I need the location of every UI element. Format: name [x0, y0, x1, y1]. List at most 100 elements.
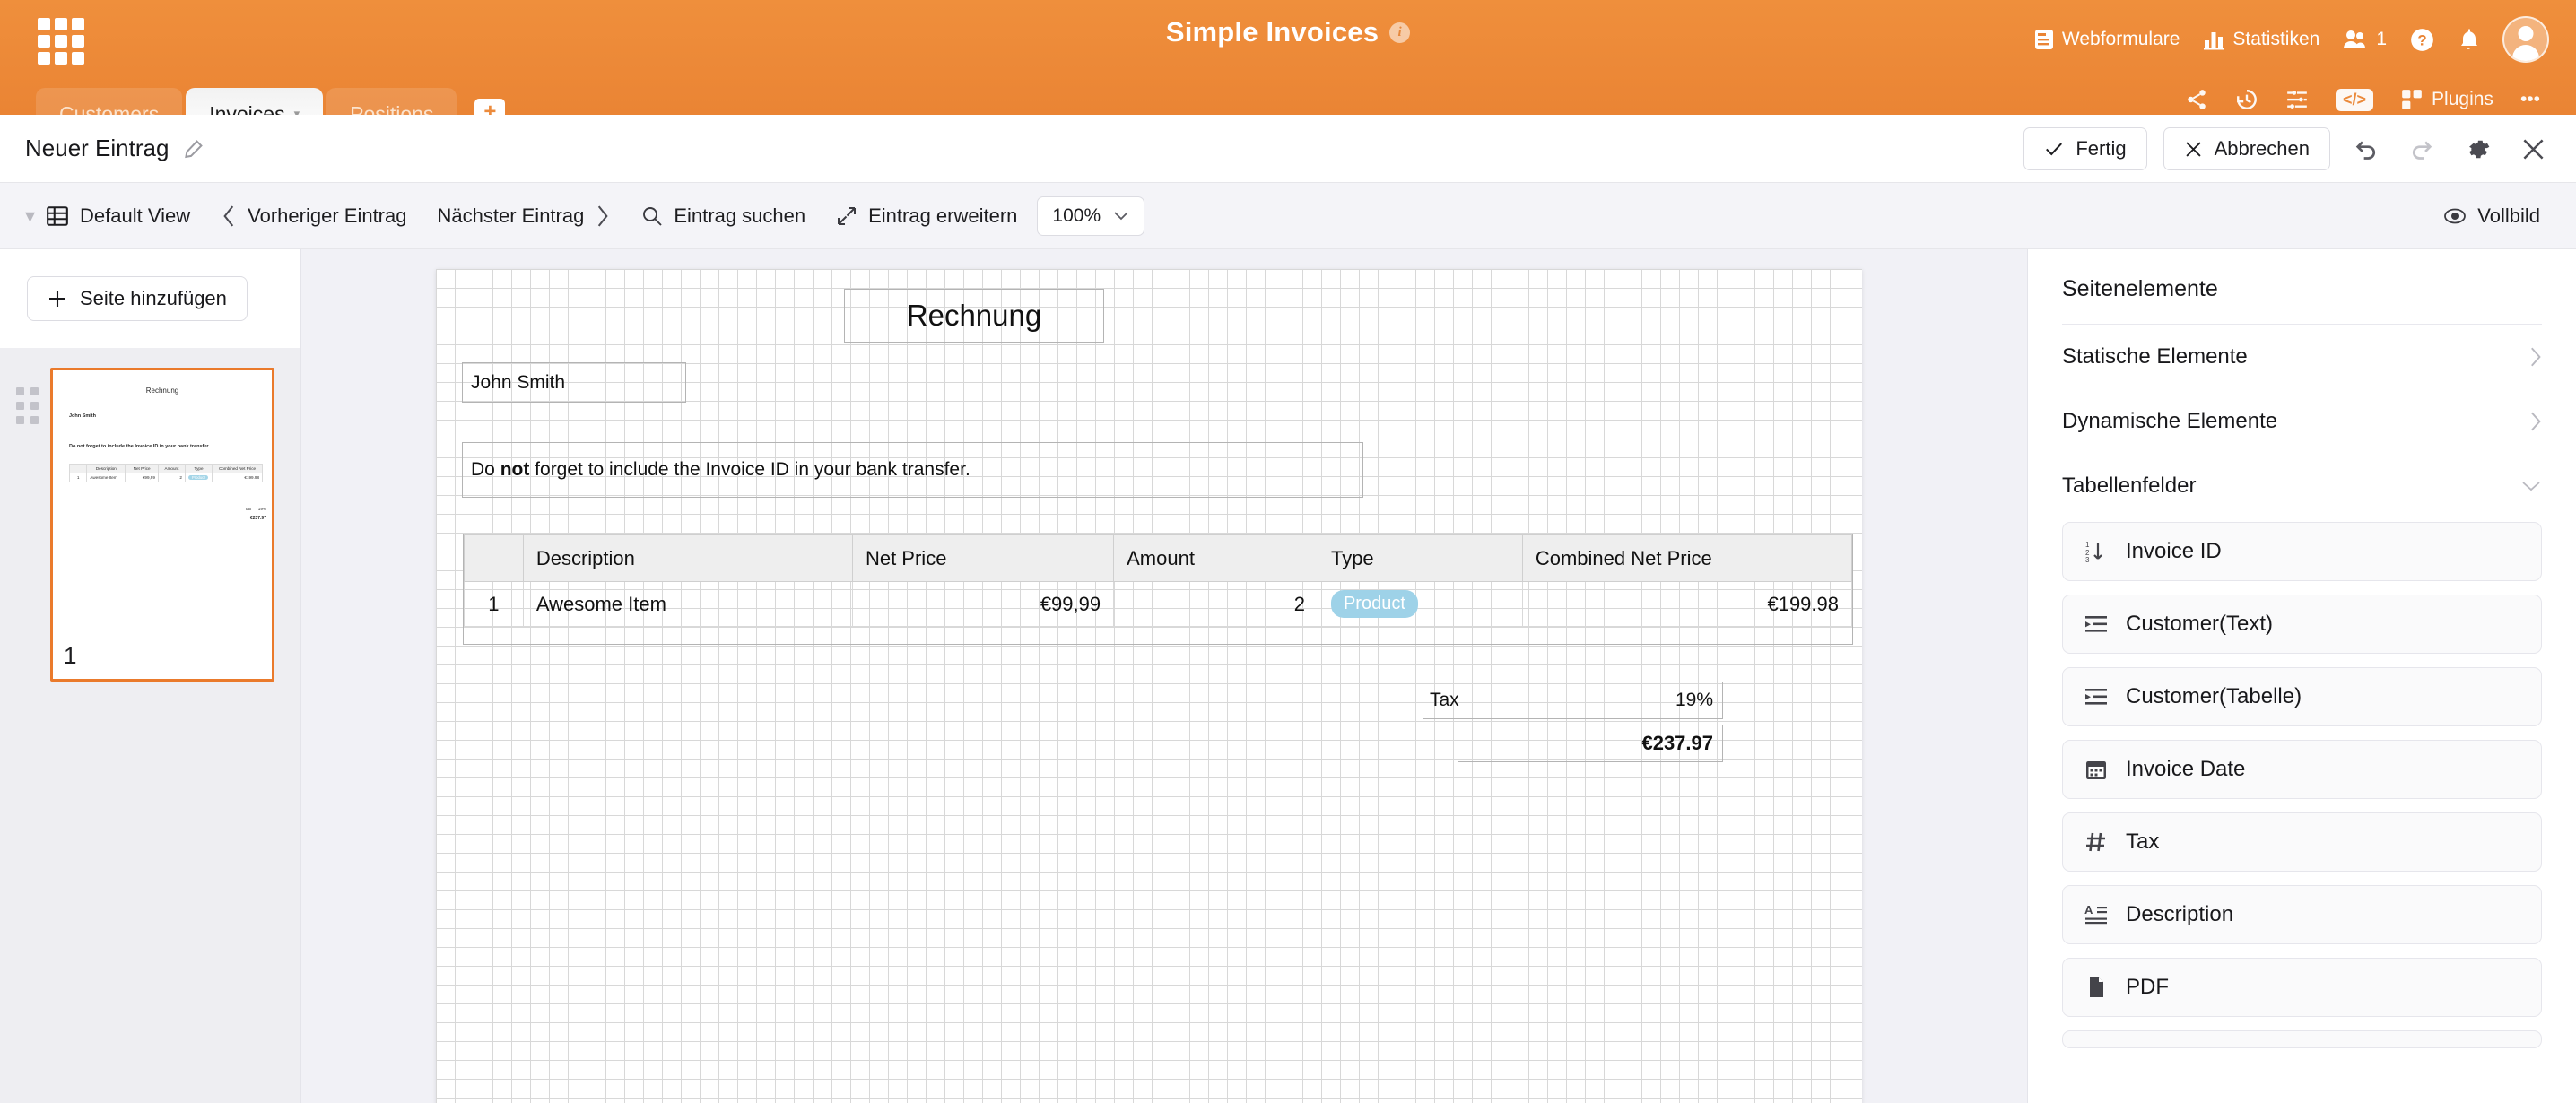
field-customer-text[interactable]: Customer(Text)	[2062, 595, 2542, 654]
chevron-right-icon	[2528, 345, 2542, 369]
entry-title: Neuer Eintrag	[25, 135, 205, 162]
webformulare-link[interactable]: Webformulare	[2034, 29, 2180, 50]
cancel-button[interactable]: Abbrechen	[2163, 127, 2330, 170]
plugins-button[interactable]: Plugins	[2400, 88, 2493, 111]
doc-title-element[interactable]: Rechnung	[844, 289, 1104, 343]
doc-customer-element[interactable]: John Smith	[462, 362, 686, 403]
thumb-customer: John Smith	[69, 413, 96, 419]
panel-title: Seitenelemente	[2062, 249, 2542, 325]
caret-down-icon: ▾	[25, 204, 36, 227]
document-canvas[interactable]: Rechnung John Smith Do not forget to inc…	[301, 249, 2027, 1103]
field-invoice-date[interactable]: Invoice Date	[2062, 740, 2542, 799]
chevron-right-icon	[595, 204, 611, 228]
search-entry-button[interactable]: Eintrag suchen	[641, 204, 805, 228]
editor-actions: Fertig Abbrechen	[2023, 127, 2553, 170]
help-icon[interactable]: ?	[2410, 28, 2434, 52]
th-combined-net-price: Combined Net Price	[1521, 534, 1853, 582]
add-page-button[interactable]: Seite hinzufügen	[27, 276, 248, 321]
drag-handle-icon[interactable]	[16, 387, 39, 424]
users-count[interactable]: 1	[2343, 29, 2387, 50]
pages-panel: Seite hinzufügen Rechnung John Smith Do …	[0, 249, 301, 1103]
close-icon[interactable]	[2513, 129, 2553, 169]
doc-tax-value[interactable]: 19%	[1458, 682, 1723, 719]
page-thumbnail-row: Rechnung John Smith Do not forget to inc…	[0, 368, 300, 682]
cancel-label: Abbrechen	[2214, 137, 2310, 160]
previous-entry-button[interactable]: Vorheriger Eintrag	[221, 204, 406, 228]
statistiken-label: Statistiken	[2232, 29, 2320, 49]
group-statische-elemente[interactable]: Statische Elemente	[2062, 325, 2542, 389]
group-tabellenfelder[interactable]: Tabellenfelder	[2062, 454, 2542, 518]
plus-icon	[48, 289, 67, 308]
thumbnail-preview: Rechnung John Smith Do not forget to inc…	[53, 370, 272, 679]
group-dynamische-elemente[interactable]: Dynamische Elemente	[2062, 389, 2542, 454]
document-page[interactable]: Rechnung John Smith Do not forget to inc…	[436, 269, 1862, 1103]
avatar[interactable]	[2502, 16, 2549, 63]
info-icon[interactable]: i	[1389, 22, 1411, 43]
undo-icon[interactable]	[2346, 129, 2386, 169]
plugins-icon	[2400, 88, 2424, 111]
th-type: Type	[1317, 534, 1523, 582]
table-view-icon	[46, 204, 69, 228]
more-options-icon[interactable]: •••	[2520, 89, 2540, 110]
page-thumbnail-list: Rechnung John Smith Do not forget to inc…	[0, 348, 300, 1103]
users-icon	[2343, 29, 2368, 50]
field-next-partial[interactable]	[2062, 1030, 2542, 1048]
th-description: Description	[522, 534, 853, 582]
redo-icon[interactable]	[2402, 129, 2441, 169]
group-tabellenfelder-label: Tabellenfelder	[2062, 473, 2197, 498]
field-tax-label: Tax	[2126, 829, 2160, 854]
doc-tax-label[interactable]: Tax	[1423, 682, 1459, 719]
doc-customer-text: John Smith	[471, 371, 566, 393]
th-amount: Amount	[1113, 534, 1318, 582]
table-row: 1 Awesome Item €99,99 2 Product €199.98	[464, 581, 1853, 627]
svg-text:?: ?	[2417, 31, 2426, 48]
editor-body: Seite hinzufügen Rechnung John Smith Do …	[0, 249, 2576, 1103]
users-count-label: 1	[2376, 29, 2387, 49]
statistiken-link[interactable]: Statistiken	[2203, 29, 2319, 50]
pencil-icon[interactable]	[183, 138, 205, 160]
field-invoice-date-label: Invoice Date	[2126, 757, 2246, 781]
table-fields-list: 123 Invoice ID Customer(Text) Customer(T…	[2062, 522, 2542, 1048]
chevron-down-icon	[1113, 210, 1129, 222]
cell-amount: 2	[1113, 581, 1318, 627]
svg-text:3: 3	[2085, 556, 2090, 563]
zoom-level-select[interactable]: 100%	[1037, 195, 1145, 236]
text-lines-icon	[2083, 612, 2110, 636]
close-x-icon	[2184, 140, 2203, 159]
filter-settings-icon[interactable]	[2285, 88, 2309, 111]
expand-entry-label: Eintrag erweitern	[868, 204, 1018, 227]
cell-index: 1	[464, 581, 524, 627]
cell-combined-net-price: €199.98	[1521, 581, 1853, 627]
eye-icon	[2443, 206, 2467, 226]
field-description-label: Description	[2126, 902, 2234, 926]
field-tax[interactable]: Tax	[2062, 812, 2542, 872]
header-actions: Webformulare Statistiken 1 ?	[2034, 16, 2549, 63]
group-statische-elemente-label: Statische Elemente	[2062, 344, 2248, 369]
doc-total-value[interactable]: €237.97	[1458, 725, 1723, 762]
zoom-level-value: 100%	[1052, 204, 1101, 226]
web-form-icon	[2034, 29, 2054, 50]
field-customer-tabelle[interactable]: Customer(Tabelle)	[2062, 667, 2542, 726]
thumb-table: Description Net Price Amount Type Combined …	[68, 464, 263, 482]
field-pdf[interactable]: PDF	[2062, 958, 2542, 1017]
code-icon[interactable]: </>	[2336, 88, 2374, 111]
expand-entry-button[interactable]: Eintrag erweitern	[836, 204, 1017, 228]
add-page-label: Seite hinzufügen	[80, 287, 227, 309]
doc-note-element[interactable]: Do not forget to include the Invoice ID …	[462, 442, 1363, 498]
done-button[interactable]: Fertig	[2023, 127, 2147, 170]
gear-icon[interactable]	[2458, 129, 2497, 169]
share-icon[interactable]	[2185, 88, 2208, 111]
doc-note-text: Do not forget to include the Invoice ID …	[471, 459, 970, 480]
view-toolbar: ▾ Default View Vorheriger Eintrag Nächst…	[0, 183, 2576, 249]
group-dynamische-elemente-label: Dynamische Elemente	[2062, 409, 2278, 433]
notification-bell-icon[interactable]	[2458, 28, 2479, 52]
history-icon[interactable]	[2235, 88, 2258, 111]
view-selector[interactable]: ▾ Default View	[25, 204, 190, 228]
doc-positions-table[interactable]: Description Net Price Amount Type Combin…	[463, 534, 1853, 645]
cell-type: Product	[1317, 581, 1523, 627]
page-thumbnail-1[interactable]: Rechnung John Smith Do not forget to inc…	[50, 368, 274, 682]
field-invoice-id[interactable]: 123 Invoice ID	[2062, 522, 2542, 581]
next-entry-button[interactable]: Nächster Eintrag	[437, 204, 611, 228]
field-description[interactable]: A Description	[2062, 885, 2542, 944]
fullscreen-button[interactable]: Vollbild	[2443, 204, 2540, 228]
